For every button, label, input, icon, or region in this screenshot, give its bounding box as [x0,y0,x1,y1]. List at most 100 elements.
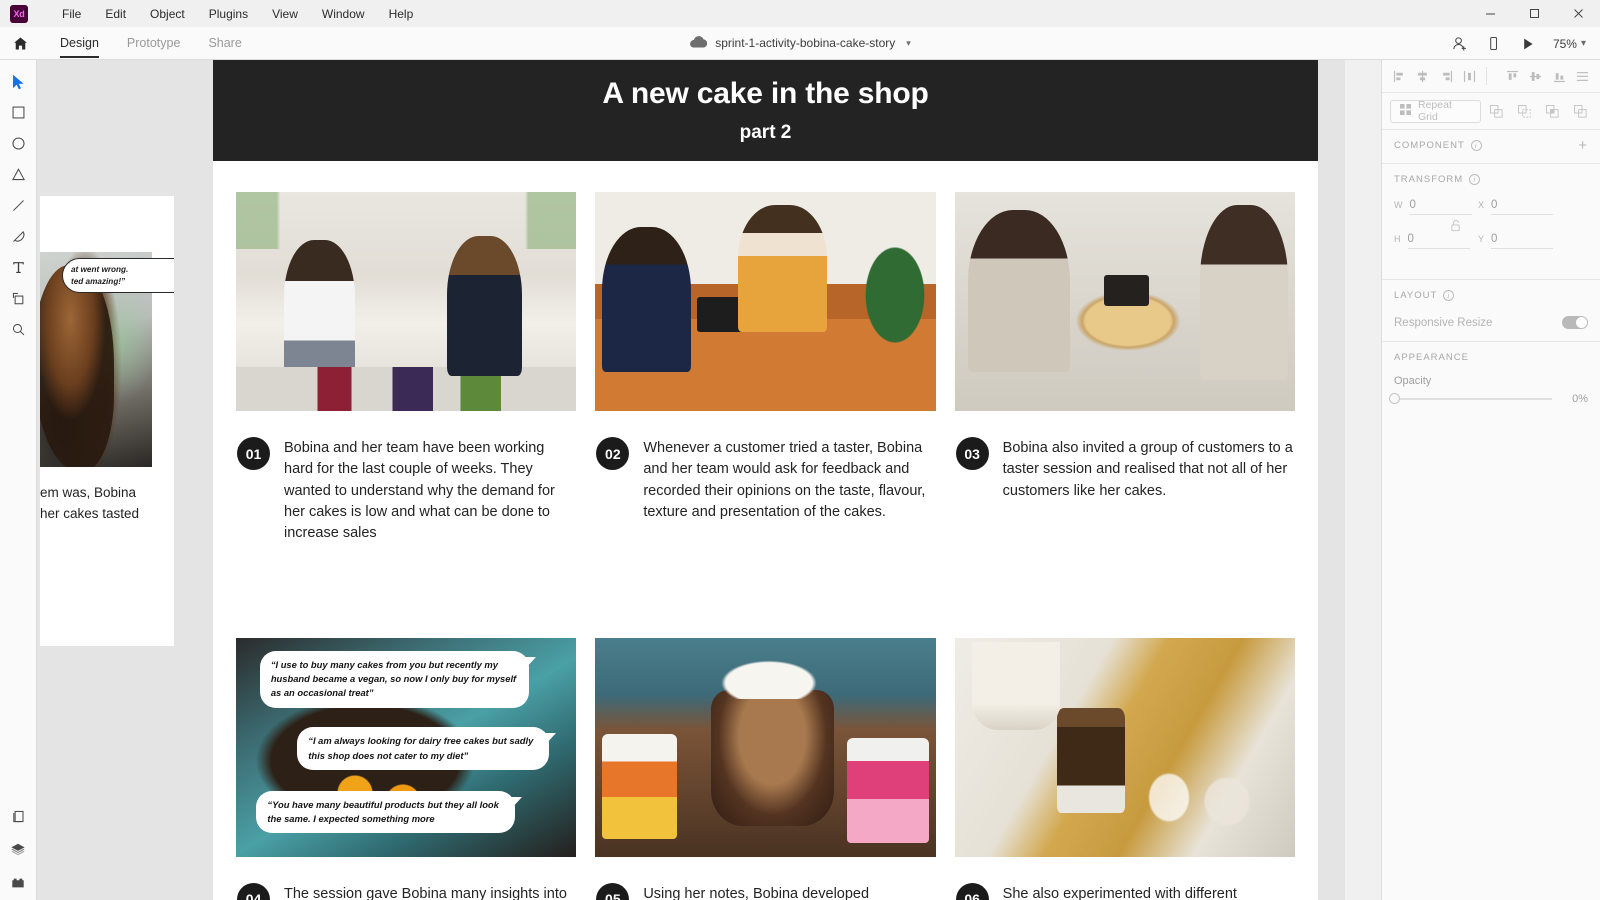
artboard-main[interactable]: A new cake in the shop part 2 01 Bobina … [213,60,1318,900]
artboard-previous-partial[interactable]: at went wrong. ted amazing!” em was, Bob… [40,196,174,646]
unlocked-aspect-ratio-icon[interactable] [1450,219,1461,237]
repeat-grid-button[interactable]: Repeat Grid [1390,99,1481,123]
story-image-01[interactable] [236,192,577,411]
document-name: sprint-1-activity-bobina-cake-story [715,36,896,50]
appearance-section-header: APPEARANCE [1394,352,1588,363]
text-tool[interactable] [0,252,37,283]
tab-prototype[interactable]: Prototype [113,27,195,60]
xd-app-logo-icon: Xd [10,4,28,23]
responsive-resize-row: Responsive Resize [1394,316,1588,329]
menu-file[interactable]: File [50,3,93,25]
story-number-badge: 06 [955,882,989,900]
layers-panel-icon[interactable] [0,834,37,865]
home-icon[interactable] [0,27,40,60]
info-icon[interactable]: i [1470,140,1482,151]
add-shapes-icon[interactable] [1485,99,1509,124]
polygon-tool[interactable] [0,159,37,190]
story-image-03[interactable] [954,192,1295,411]
story-text: Bobina and her team have been working ha… [284,440,555,542]
image-accent [717,659,820,699]
x-value[interactable]: 0 [1491,199,1554,215]
tab-share[interactable]: Share [194,27,255,60]
story-image-06[interactable] [954,637,1295,857]
story-image-04[interactable]: “I use to buy many cakes from you but re… [236,637,577,857]
story-image-02[interactable] [595,192,936,411]
height-field[interactable]: H 0 [1394,233,1478,249]
opacity-value[interactable]: 0% [1562,393,1588,405]
menu-view[interactable]: View [260,3,310,25]
y-value[interactable]: 0 [1491,233,1554,249]
story-caption-02: 02 Whenever a customer tried a taster, B… [595,411,935,523]
menu-object[interactable]: Object [138,3,197,25]
pen-tool[interactable] [0,221,37,252]
story-grid-row-2: “I use to buy many cakes from you but re… [213,607,1318,900]
play-preview-icon[interactable] [1511,27,1545,60]
story-caption-01: 01 Bobina and her team have been working… [236,411,576,545]
menu-window[interactable]: Window [310,3,377,25]
tab-design[interactable]: Design [46,27,113,60]
appearance-section-title: APPEARANCE [1394,352,1469,363]
artboard-left-caption-text: em was, Bobina her cakes tasted [40,485,140,521]
align-middle-vertical-icon[interactable] [1524,64,1547,88]
transform-section: TRANSFORM i W 0 X 0 H 0 Y 0 [1382,164,1600,280]
image-accent [1145,768,1193,826]
intersect-shapes-icon[interactable] [1540,99,1564,124]
menu-edit[interactable]: Edit [93,3,138,25]
zoom-tool[interactable] [0,314,37,345]
maximize-button[interactable] [1512,0,1556,27]
story-card-04[interactable]: “I use to buy many cakes from you but re… [236,637,577,900]
distribute-vertical-icon[interactable] [1571,64,1594,88]
customer-quote-bubble: “I am always looking for dairy free cake… [297,727,556,770]
info-icon[interactable]: i [1469,174,1481,185]
layout-section-title: LAYOUT [1394,290,1438,301]
align-top-icon[interactable] [1501,64,1524,88]
design-canvas[interactable]: at went wrong. ted amazing!” em was, Bob… [37,60,1345,900]
document-title[interactable]: sprint-1-activity-bobina-cake-story ▾ [689,35,911,51]
menu-plugins[interactable]: Plugins [197,3,260,25]
story-card-02[interactable]: 02 Whenever a customer tried a taster, B… [595,192,936,545]
zoom-level-value[interactable]: 75% [1545,37,1581,51]
story-card-05[interactable]: 05 Using her notes, Bobina developed num… [595,637,936,900]
story-caption-04: 04 The session gave Bobina many insights… [236,857,576,900]
document-chevron-down-icon[interactable]: ▾ [906,38,911,49]
subtract-shapes-icon[interactable] [1513,99,1537,124]
add-component-button[interactable]: + [1578,138,1588,153]
exclude-overlap-icon[interactable] [1568,99,1592,124]
transform-section-title: TRANSFORM [1394,174,1464,185]
rectangle-tool[interactable] [0,97,37,128]
menu-help[interactable]: Help [377,3,426,25]
artboard-tool[interactable] [0,283,37,314]
line-tool[interactable] [0,190,37,221]
customer-quote-bubble: “I use to buy many cakes from you but re… [259,650,536,708]
width-field[interactable]: W 0 [1394,199,1478,215]
select-tool[interactable] [0,66,37,97]
opacity-slider-handle[interactable] [1389,393,1400,404]
y-position-field[interactable]: Y 0 [1478,233,1562,249]
zoom-chevron-down-icon[interactable]: ▾ [1581,38,1594,49]
align-bottom-icon[interactable] [1547,64,1570,88]
story-card-01[interactable]: 01 Bobina and her team have been working… [236,192,577,545]
align-right-icon[interactable] [1435,64,1458,88]
width-value[interactable]: 0 [1409,199,1472,215]
story-card-03[interactable]: 03 Bobina also invited a group of custom… [954,192,1295,545]
x-label: X [1478,200,1485,210]
mobile-device-icon[interactable] [1477,27,1511,60]
close-button[interactable] [1556,0,1600,27]
adobe-xd-window: Xd File Edit Object Plugins View Window … [0,0,1600,900]
image-accent [236,192,577,249]
minimize-button[interactable] [1468,0,1512,27]
x-position-field[interactable]: X 0 [1478,199,1562,215]
story-card-06[interactable]: 06 She also experimented with different … [954,637,1295,900]
story-image-05[interactable] [595,637,936,857]
info-icon[interactable]: i [1443,290,1455,301]
distribute-horizontal-icon[interactable] [1458,64,1481,88]
assets-panel-icon[interactable] [0,801,37,832]
layout-section: LAYOUT i Responsive Resize [1382,280,1600,342]
invite-person-icon[interactable] [1443,27,1477,60]
opacity-slider[interactable] [1389,393,1552,404]
ellipse-tool[interactable] [0,128,37,159]
responsive-resize-toggle[interactable] [1562,316,1588,329]
align-left-icon[interactable] [1388,64,1411,88]
align-center-horizontal-icon[interactable] [1411,64,1434,88]
plugins-panel-icon[interactable] [0,867,37,898]
